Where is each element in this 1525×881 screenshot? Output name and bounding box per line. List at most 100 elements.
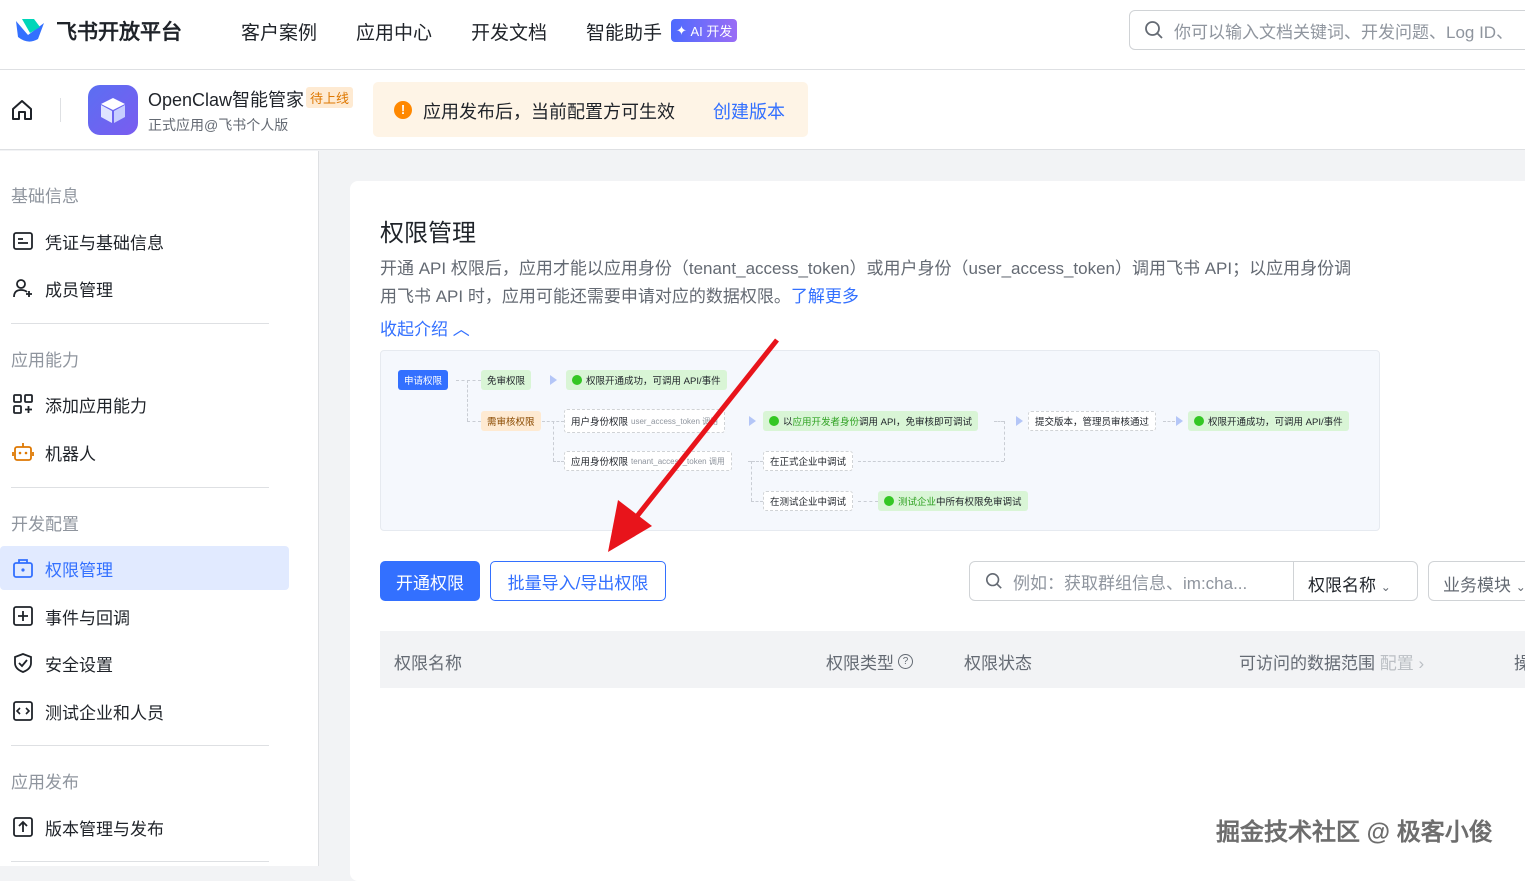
- sidebar-item-label: 安全设置: [45, 655, 113, 675]
- sidebar-item-label: 凭证与基础信息: [45, 233, 164, 253]
- permission-bag-icon: [11, 556, 35, 580]
- divider: [11, 487, 269, 488]
- intro-line-1: 开通 API 权限后，应用才能以应用身份（tenant_access_token…: [380, 259, 1352, 278]
- flow-arrow-icon: [550, 375, 557, 385]
- create-version-link[interactable]: 创建版本: [713, 98, 785, 124]
- sidebar-item-bot[interactable]: 机器人: [0, 430, 289, 474]
- divider: [11, 745, 269, 746]
- search-placeholder: 例如：获取群组信息、im:cha...: [1013, 573, 1248, 593]
- event-add-icon: [11, 604, 35, 628]
- app-name: OpenClaw智能管家: [148, 90, 305, 110]
- sidebar-item-credentials[interactable]: 凭证与基础信息: [0, 219, 289, 263]
- learn-more-link[interactable]: 了解更多: [791, 287, 859, 306]
- home-icon[interactable]: [10, 98, 34, 127]
- collapse-label: 收起介绍: [380, 320, 448, 339]
- nav-customer-cases[interactable]: 客户案例: [241, 18, 317, 45]
- section-basic-info: 基础信息: [11, 187, 79, 206]
- col-permission-name: 权限名称: [394, 654, 462, 673]
- cube-icon: [101, 98, 125, 123]
- select-value: 业务模块: [1443, 576, 1511, 595]
- sidebar-item-security[interactable]: 安全设置: [0, 641, 289, 685]
- node-label: 中所有权限免审调试: [936, 497, 1022, 508]
- intro-line-2: 用飞书 API 时，应用可能还需要申请对应的数据权限。了解更多: [380, 283, 859, 311]
- sidebar-item-members[interactable]: 成员管理: [0, 266, 289, 310]
- doc-search-placeholder: 你可以输入文档关键词、开发问题、Log ID、: [1174, 22, 1514, 42]
- node-label: 权限开通成功，可调用 API/事件: [1208, 417, 1343, 428]
- col-data-scope: 可访问的数据范围 配置 ›: [1239, 649, 1424, 674]
- publish-notice: ! 应用发布后，当前配置方可生效 创建版本: [373, 82, 808, 137]
- divider: [60, 98, 61, 122]
- app-subtitle: 正式应用@飞书个人版: [148, 117, 289, 133]
- select-value: 权限名称: [1308, 576, 1376, 595]
- brand-name[interactable]: 飞书开放平台: [56, 16, 182, 46]
- notice-text: 应用发布后，当前配置方可生效: [423, 102, 675, 122]
- sidebar-item-label: 添加应用能力: [45, 396, 147, 416]
- top-nav: 飞书开放平台 客户案例 应用中心 开发文档 智能助手 ✦ AI 开发 你可以输入…: [0, 0, 1525, 70]
- node-free: 免审权限: [481, 370, 532, 390]
- check-circle-icon: [1194, 416, 1204, 426]
- sidebar-item-events[interactable]: 事件与回调: [0, 594, 289, 638]
- configure-link[interactable]: 配置 ›: [1380, 654, 1424, 673]
- watermark: 掘金技术社区 @ 极客小俊: [1216, 819, 1493, 846]
- nav-dev-docs[interactable]: 开发文档: [471, 18, 547, 45]
- node-highlight: 测试企业: [898, 497, 937, 508]
- node-test-free: 测试企业 中所有权限免审调试: [878, 491, 1028, 511]
- divider: [11, 323, 269, 324]
- feishu-logo-icon[interactable]: [14, 17, 48, 43]
- check-circle-icon: [572, 375, 582, 385]
- nav-app-center[interactable]: 应用中心: [356, 18, 432, 45]
- chevron-up-icon: ︿: [452, 320, 470, 339]
- col-label: 可访问的数据范围: [1239, 654, 1375, 673]
- sidebar-item-label: 权限管理: [45, 560, 113, 580]
- collapse-intro-link[interactable]: 收起介绍 ︿: [380, 315, 470, 340]
- section-publish: 应用发布: [11, 773, 79, 792]
- col-permission-status: 权限状态: [964, 654, 1032, 673]
- col-label: 权限类型: [826, 654, 894, 673]
- doc-search-input[interactable]: 你可以输入文档关键词、开发问题、Log ID、: [1129, 10, 1525, 50]
- app-avatar: [88, 85, 138, 135]
- debug-icon: [884, 496, 894, 506]
- sidebar-item-label: 机器人: [45, 444, 96, 464]
- id-card-icon: [11, 229, 35, 253]
- robot-icon: [11, 440, 35, 464]
- section-app-capability: 应用能力: [11, 351, 79, 370]
- permission-search-input[interactable]: 例如：获取群组信息、im:cha...: [970, 562, 1294, 600]
- nav-assistant[interactable]: 智能助手: [586, 18, 662, 45]
- node-highlight: 应用开发者身份: [792, 417, 860, 428]
- sidebar-item-label: 事件与回调: [45, 608, 130, 628]
- chevron-down-icon: ⌄: [1515, 580, 1525, 594]
- intro-text: 用飞书 API 时，应用可能还需要申请对应的数据权限。: [380, 287, 791, 306]
- ai-dev-badge[interactable]: ✦ AI 开发: [671, 19, 738, 42]
- app-bar: OpenClaw智能管家 待上线 正式应用@飞书个人版 ! 应用发布后，当前配置…: [0, 70, 1525, 150]
- node-apply: 申请权限: [398, 370, 449, 390]
- annotation-arrow-icon: [608, 338, 779, 552]
- sidebar-item-add-capability[interactable]: 添加应用能力: [0, 382, 289, 426]
- configure-label: 配置: [1379, 654, 1414, 673]
- sidebar-item-test-tenant[interactable]: 测试企业和人员: [0, 689, 289, 733]
- search-icon: [1145, 21, 1163, 39]
- permission-table-header: 权限名称 权限类型? 权限状态 可访问的数据范围 配置 › 操作: [380, 631, 1525, 688]
- batch-import-export-button[interactable]: 批量导入/导出权限: [490, 561, 666, 601]
- sidebar-item-label: 测试企业和人员: [45, 703, 164, 723]
- divider: [11, 861, 269, 862]
- page-title: 权限管理: [380, 220, 476, 247]
- node-success-2: 权限开通成功，可调用 API/事件: [1188, 411, 1349, 431]
- search-field-select[interactable]: 权限名称 ⌄: [1308, 571, 1391, 596]
- ai-badge-label: AI 开发: [690, 24, 733, 39]
- node-review: 需审核权限: [481, 411, 541, 431]
- sidebar-item-versions[interactable]: 版本管理与发布: [0, 805, 289, 849]
- sidebar: 基础信息 凭证与基础信息 成员管理 应用能力 添加应用能力 机器人 开发配置 权…: [0, 151, 319, 866]
- col-permission-type: 权限类型?: [826, 649, 913, 674]
- search-icon: [985, 572, 1002, 589]
- permission-flow-diagram: 申请权限 免审权限 权限开通成功，可调用 API/事件 需审核权限 用户身份权限…: [380, 350, 1380, 531]
- warning-icon: !: [394, 101, 412, 119]
- business-module-select[interactable]: 业务模块 ⌄: [1428, 561, 1525, 601]
- permission-search: 例如：获取群组信息、im:cha... 权限名称 ⌄: [969, 561, 1418, 601]
- apps-add-icon: [11, 392, 35, 416]
- help-icon[interactable]: ?: [898, 654, 913, 669]
- code-box-icon: [11, 699, 35, 723]
- sidebar-item-permissions[interactable]: 权限管理: [0, 546, 289, 590]
- open-permission-button[interactable]: 开通权限: [380, 561, 480, 601]
- col-actions: 操作: [1514, 654, 1525, 673]
- chevron-right-icon: ›: [1418, 654, 1425, 673]
